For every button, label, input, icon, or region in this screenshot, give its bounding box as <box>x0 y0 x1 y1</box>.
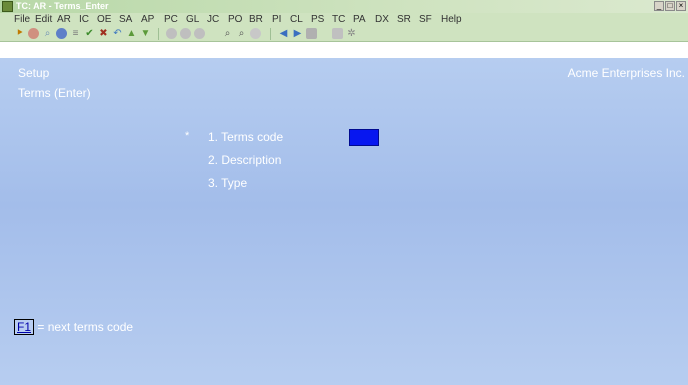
menu-po[interactable]: PO <box>228 13 242 26</box>
up-arrow-icon[interactable]: ▲ <box>126 28 137 39</box>
terms-code-input[interactable] <box>349 129 379 146</box>
menu-sr[interactable]: SR <box>397 13 411 26</box>
menu-pc[interactable]: PC <box>164 13 178 26</box>
stop-icon[interactable] <box>306 28 317 39</box>
prev-icon[interactable]: ◀ <box>278 28 289 39</box>
menu-dx[interactable]: DX <box>375 13 389 26</box>
window-controls: _ □ × <box>654 1 686 11</box>
field-description-label: 2. Description <box>208 153 282 167</box>
refresh-icon[interactable] <box>166 28 177 39</box>
hint-text: = next terms code <box>37 320 134 334</box>
minimize-button[interactable]: _ <box>654 1 664 11</box>
menu-tc[interactable]: TC <box>332 13 345 26</box>
toolbar-separator <box>158 28 159 40</box>
required-marker: * <box>185 130 190 142</box>
zoom-icon[interactable]: ⌕ <box>236 28 247 39</box>
section-label: Setup <box>18 66 50 80</box>
hint-line: F1 = next terms code <box>14 319 133 335</box>
title-bar: TC: AR - Terms_Enter _ □ × <box>0 0 688 13</box>
menu-pa[interactable]: PA <box>353 13 366 26</box>
close-button[interactable]: × <box>676 1 686 11</box>
window-title: TC: AR - Terms_Enter <box>16 1 109 11</box>
toolbar-separator <box>270 28 271 40</box>
reload-icon[interactable] <box>250 28 261 39</box>
calc-icon[interactable] <box>332 28 343 39</box>
maximize-button[interactable]: □ <box>665 1 675 11</box>
menu-sf[interactable]: SF <box>419 13 432 26</box>
menu-help[interactable]: Help <box>441 13 462 26</box>
globe-icon[interactable] <box>56 28 67 39</box>
record-icon[interactable] <box>28 28 39 39</box>
menu-ap[interactable]: AP <box>141 13 154 26</box>
main-screen: Setup Terms (Enter) Acme Enterprises Inc… <box>0 58 688 385</box>
company-name: Acme Enterprises Inc. <box>567 66 685 80</box>
menu-oe[interactable]: OE <box>97 13 111 26</box>
search-icon[interactable]: ⌕ <box>42 28 53 39</box>
screen-title: Terms (Enter) <box>18 86 91 100</box>
print-icon[interactable]: ≡ <box>70 28 81 39</box>
next-icon[interactable]: ▶ <box>292 28 303 39</box>
refresh3-icon[interactable] <box>194 28 205 39</box>
f1-key-button[interactable]: F1 <box>14 319 35 335</box>
app-icon <box>2 1 13 12</box>
delete-icon[interactable]: ✖ <box>98 28 109 39</box>
menu-ic[interactable]: IC <box>79 13 89 26</box>
menu-ps[interactable]: PS <box>311 13 324 26</box>
open-icon[interactable]: ⯈ <box>14 28 25 39</box>
menu-cl[interactable]: CL <box>290 13 303 26</box>
settings-icon[interactable]: ✲ <box>346 28 357 39</box>
menu-jc[interactable]: JC <box>207 13 219 26</box>
menu-pi[interactable]: PI <box>272 13 281 26</box>
toolbar: ⯈ ⌕ ≡ ✔ ✖ ↶ ▲ ▼ ⌕ ⌕ ◀ ▶ ✲ <box>0 26 688 42</box>
menu-br[interactable]: BR <box>249 13 263 26</box>
field-terms-code-label: 1. Terms code <box>208 130 284 144</box>
down-arrow-icon[interactable]: ▼ <box>140 28 151 39</box>
menu-gl[interactable]: GL <box>186 13 199 26</box>
menu-ar[interactable]: AR <box>57 13 71 26</box>
menu-edit[interactable]: Edit <box>35 13 52 26</box>
menu-bar: File Edit AR IC OE SA AP PC GL JC PO BR … <box>0 13 688 26</box>
menu-file[interactable]: File <box>14 13 30 26</box>
refresh2-icon[interactable] <box>180 28 191 39</box>
find-icon[interactable]: ⌕ <box>222 28 233 39</box>
check-icon[interactable]: ✔ <box>84 28 95 39</box>
menu-sa[interactable]: SA <box>119 13 132 26</box>
undo-icon[interactable]: ↶ <box>112 28 123 39</box>
field-type-label: 3. Type <box>208 176 248 190</box>
